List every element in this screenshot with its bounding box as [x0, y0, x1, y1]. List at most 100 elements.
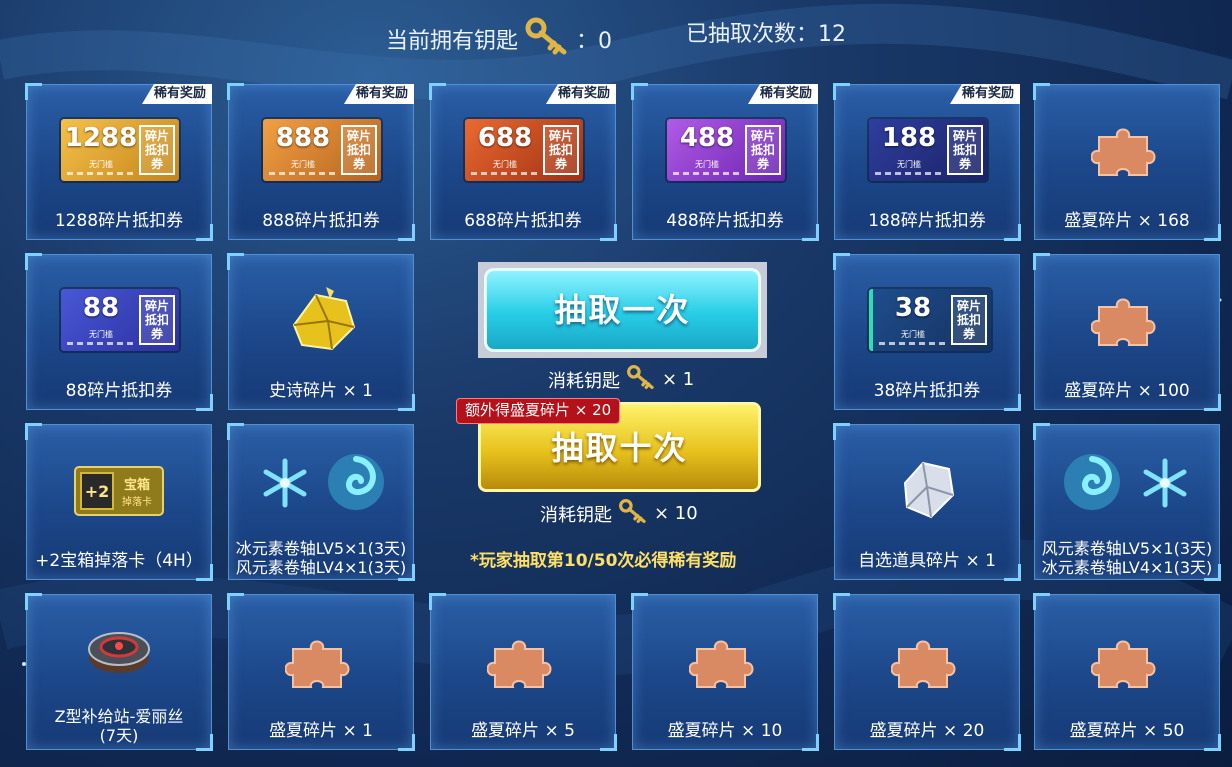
ticket-sub: 无门槛 — [493, 160, 517, 169]
chest-card-icon: +2 宝箱 掉落卡 — [71, 461, 167, 525]
puzzle-piece-icon — [688, 635, 761, 695]
reward-label: 38碎片抵扣券 — [873, 381, 981, 401]
reward-slot-ice-wind-scroll[interactable]: 冰元素卷轴LV5×1(3天) 风元素卷轴LV4×1(3天) — [227, 423, 415, 581]
ticket-side: 碎片抵扣券 — [947, 125, 983, 175]
reward-label: 188碎片抵扣券 — [868, 211, 986, 231]
ticket-value: 88 — [82, 293, 120, 323]
reward-label-line-1: 风元素卷轴LV5×1(3天) — [1041, 539, 1213, 558]
reward-slot-488-ticket[interactable]: 稀有奖励 488 无门槛 碎片抵扣券 488碎片抵扣券 — [631, 83, 819, 241]
ticket-sub: 无门槛 — [901, 330, 925, 339]
key-icon — [626, 364, 656, 395]
draw-once-button[interactable]: 抽取一次 — [478, 262, 767, 358]
wind-swirl-icon — [325, 451, 387, 517]
owned-keys: 当前拥有钥匙 ：0 — [386, 16, 612, 62]
reward-label: 88碎片抵扣券 — [65, 381, 173, 401]
reward-slot-688-ticket[interactable]: 稀有奖励 688 无门槛 碎片抵扣券 688碎片抵扣券 — [429, 83, 617, 241]
reward-slot-1288-ticket[interactable]: 稀有奖励 1288 无门槛 碎片抵扣券 1288碎片抵扣券 — [25, 83, 213, 241]
reward-slot-38-ticket[interactable]: 38 无门槛 碎片抵扣券 38碎片抵扣券 — [833, 253, 1021, 411]
chest-card-art-text-3: 掉落卡 — [122, 495, 152, 508]
reward-slot-summer-168[interactable]: 盛夏碎片 × 168 — [1033, 83, 1221, 241]
puzzle-piece-icon — [1090, 123, 1163, 183]
reward-slot-wind-ice-scroll[interactable]: 风元素卷轴LV5×1(3天) 冰元素卷轴LV4×1(3天) — [1033, 423, 1221, 581]
ticket-side: 碎片抵扣券 — [745, 125, 781, 175]
reward-label: 488碎片抵扣券 — [666, 211, 784, 231]
key-icon — [524, 16, 570, 62]
rare-badge: 稀有奖励 — [343, 84, 414, 104]
reward-label: 自选道具碎片 × 1 — [858, 551, 996, 571]
ticket-icon: 488 无门槛 碎片抵扣券 — [667, 119, 785, 181]
snowflake-icon — [259, 457, 311, 513]
reward-label: 盛夏碎片 × 1 — [269, 721, 373, 741]
ticket-icon: 1288 无门槛 碎片抵扣券 — [61, 119, 179, 181]
reward-slot-summer-100[interactable]: 盛夏碎片 × 100 — [1033, 253, 1221, 411]
draw-once-cost: 消耗钥匙 × 1 — [548, 364, 694, 395]
ticket-sub: 无门槛 — [89, 160, 113, 169]
puzzle-piece-icon — [1090, 635, 1163, 695]
supply-station-icon — [84, 615, 154, 689]
reward-slot-summer-1[interactable]: 盛夏碎片 × 1 — [227, 593, 415, 751]
ticket-sub: 无门槛 — [897, 160, 921, 169]
reward-slot-summer-20[interactable]: 盛夏碎片 × 20 — [833, 593, 1021, 751]
reward-slot-supply-station[interactable]: Z型补给站-爱丽丝 (7天) — [25, 593, 213, 751]
ticket-sub: 无门槛 — [291, 160, 315, 169]
ticket-icon: 38 无门槛 碎片抵扣券 — [869, 289, 991, 351]
ticket-side: 碎片抵扣券 — [543, 125, 579, 175]
owned-keys-label: 当前拥有钥匙 — [386, 29, 519, 54]
key-icon — [618, 498, 648, 529]
reward-slot-88-ticket[interactable]: 88 无门槛 碎片抵扣券 88碎片抵扣券 — [25, 253, 213, 411]
reward-label-line-2: (7天) — [99, 726, 139, 745]
reward-label: 盛夏碎片 × 168 — [1064, 211, 1190, 231]
guarantee-note: *玩家抽取第10/50次必得稀有奖励 — [470, 551, 737, 571]
draw-once-label: 抽取一次 — [484, 268, 761, 352]
ticket-sub: 无门槛 — [89, 330, 113, 339]
ticket-side: 碎片抵扣券 — [139, 295, 175, 345]
reward-label-line-1: Z型补给站-爱丽丝 — [54, 707, 184, 726]
epic-fragment-icon — [276, 281, 366, 365]
ticket-side: 碎片抵扣券 — [341, 125, 377, 175]
cost-label: 消耗钥匙 — [548, 370, 620, 392]
reward-label: 888碎片抵扣券 — [262, 211, 380, 231]
cost-amount: × 10 — [654, 503, 698, 524]
reward-label: 688碎片抵扣券 — [464, 211, 582, 231]
reward-slot-epic-fragment[interactable]: 史诗碎片 × 1 — [227, 253, 415, 411]
cost-amount: × 1 — [662, 369, 695, 390]
bonus-tag: 额外得盛夏碎片 × 20 — [456, 398, 621, 424]
ticket-icon: 88 无门槛 碎片抵扣券 — [61, 289, 179, 351]
puzzle-piece-icon — [284, 635, 357, 695]
ticket-side: 碎片抵扣券 — [951, 295, 987, 345]
puzzle-piece-icon — [890, 635, 963, 695]
puzzle-piece-icon — [1090, 293, 1163, 353]
wind-swirl-icon — [1061, 451, 1123, 517]
rare-badge: 稀有奖励 — [141, 84, 212, 104]
reward-label-line-1: 冰元素卷轴LV5×1(3天) — [235, 539, 407, 558]
reward-label: 史诗碎片 × 1 — [269, 381, 373, 401]
reward-label: Z型补给站-爱丽丝 (7天) — [27, 707, 211, 745]
reward-slot-188-ticket[interactable]: 稀有奖励 188 无门槛 碎片抵扣券 188碎片抵扣券 — [833, 83, 1021, 241]
ticket-value: 888 — [275, 123, 331, 153]
reward-slot-summer-50[interactable]: 盛夏碎片 × 50 — [1033, 593, 1221, 751]
reward-label: 盛夏碎片 × 20 — [869, 721, 985, 741]
chest-card-art-text: +2 — [85, 482, 110, 501]
owned-keys-value: ：0 — [576, 29, 613, 54]
reward-label: 盛夏碎片 × 5 — [471, 721, 575, 741]
rare-badge: 稀有奖励 — [747, 84, 818, 104]
crystal-fragment-icon — [891, 455, 963, 529]
ticket-value: 688 — [477, 123, 533, 153]
ticket-value: 188 — [881, 123, 937, 153]
reward-slot-chest-card[interactable]: +2 宝箱 掉落卡 +2宝箱掉落卡（4H） — [25, 423, 213, 581]
draw-ten-cost: 消耗钥匙 × 10 — [540, 498, 698, 529]
reward-label: 冰元素卷轴LV5×1(3天) 风元素卷轴LV4×1(3天) — [229, 539, 413, 577]
reward-slot-888-ticket[interactable]: 稀有奖励 888 无门槛 碎片抵扣券 888碎片抵扣券 — [227, 83, 415, 241]
ticket-side: 碎片抵扣券 — [139, 125, 175, 175]
reward-label: 盛夏碎片 × 50 — [1069, 721, 1185, 741]
ticket-icon: 888 无门槛 碎片抵扣券 — [263, 119, 381, 181]
puzzle-piece-icon — [486, 635, 559, 695]
draw-ten-label: 抽取十次 — [551, 429, 688, 467]
reward-label: 盛夏碎片 × 10 — [667, 721, 783, 741]
draw-count: 已抽取次数：12 — [686, 22, 846, 47]
ticket-value: 38 — [894, 293, 932, 323]
reward-slot-summer-5[interactable]: 盛夏碎片 × 5 — [429, 593, 617, 751]
reward-slot-summer-10[interactable]: 盛夏碎片 × 10 — [631, 593, 819, 751]
reward-slot-optional-fragment[interactable]: 自选道具碎片 × 1 — [833, 423, 1021, 581]
ticket-value: 1288 — [64, 123, 138, 153]
